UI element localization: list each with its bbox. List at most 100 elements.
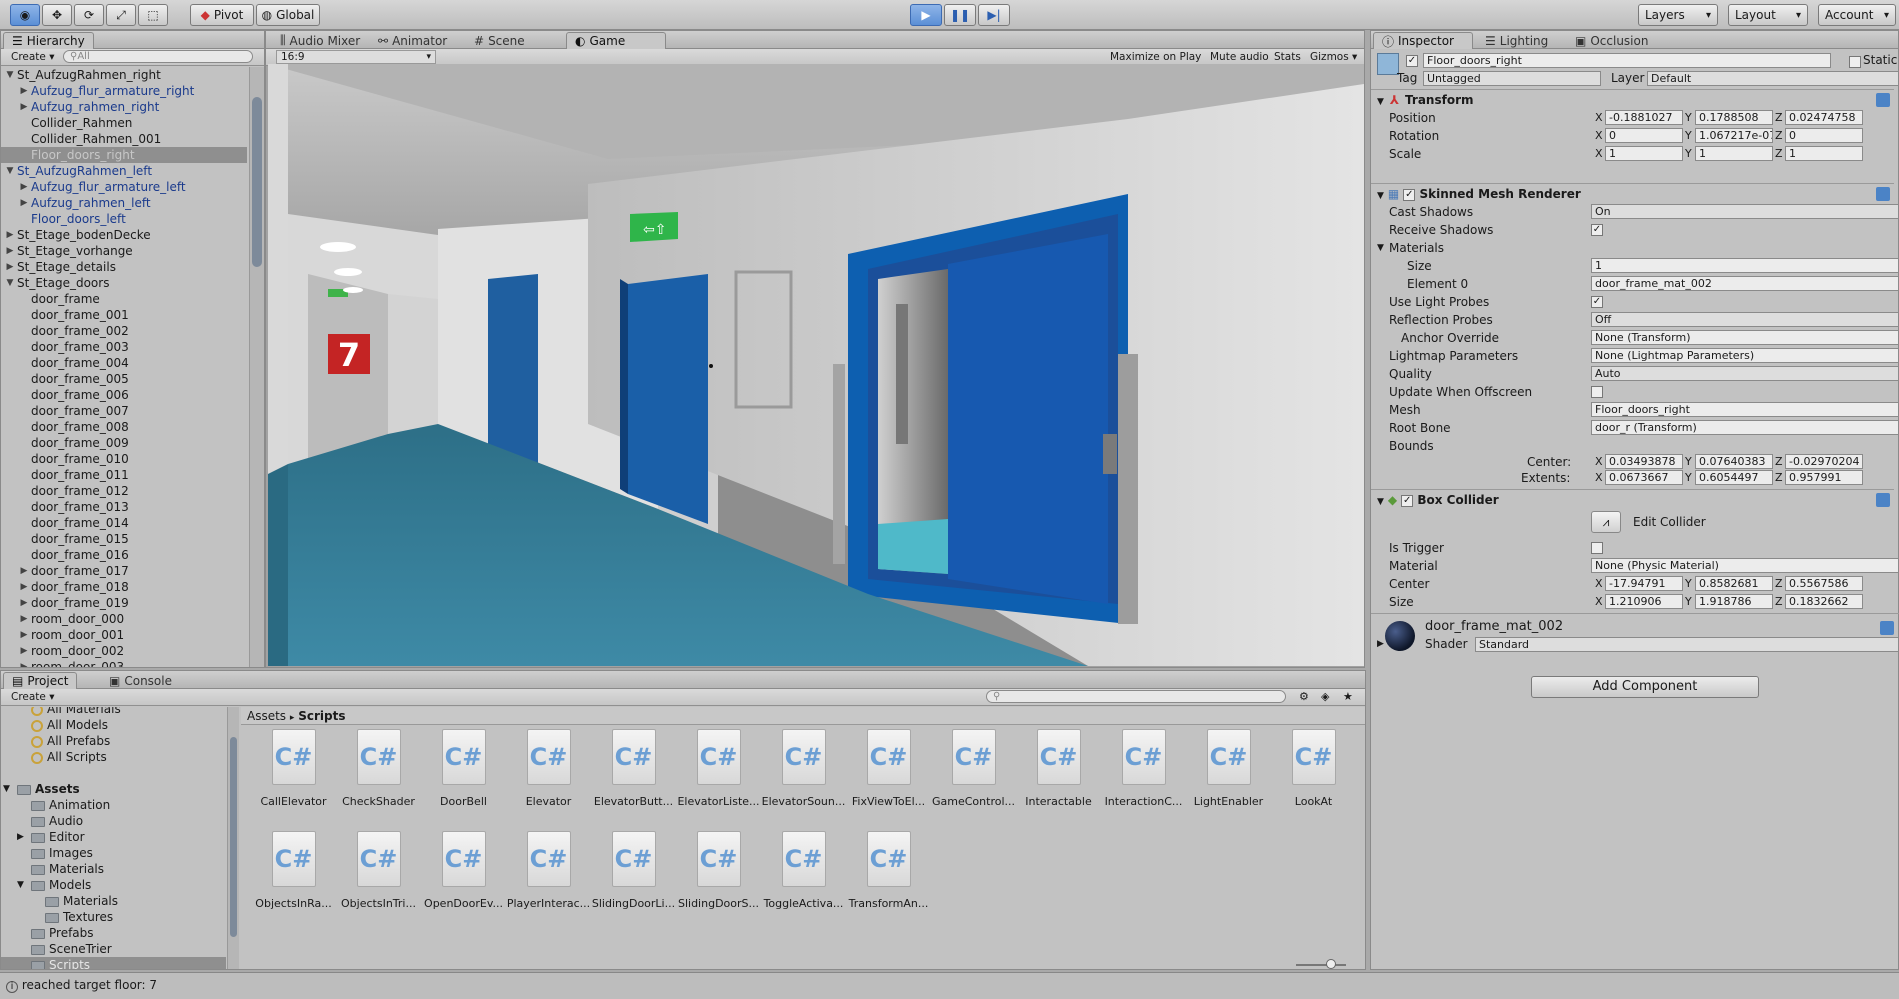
mesh-field[interactable]: Floor_doors_right (1591, 402, 1899, 417)
shader-dropdown[interactable]: Standard (1475, 637, 1899, 652)
anchor-override-field[interactable]: None (Transform) (1591, 330, 1899, 345)
script-asset[interactable]: C# FixViewToEl... (846, 729, 931, 829)
hierarchy-row[interactable]: ▶ door_frame_017 (1, 563, 247, 579)
vector-z-field[interactable]: -0.02970204 (1785, 454, 1863, 469)
hierarchy-row[interactable]: ▶ room_door_003 (1, 659, 247, 667)
collapsed-arrow-icon[interactable]: ▶ (19, 563, 29, 579)
tag-dropdown[interactable]: Untagged (1423, 71, 1601, 86)
collapsed-arrow-icon[interactable]: ▶ (5, 259, 15, 275)
hierarchy-row[interactable]: ▶ St_Etage_vorhange (1, 243, 247, 259)
use-light-probes-checkbox[interactable]: ✓ (1591, 296, 1603, 308)
help-icon[interactable] (1876, 93, 1890, 107)
receive-shadows-checkbox[interactable]: ✓ (1591, 224, 1603, 236)
vector-y-field[interactable]: 1 (1695, 146, 1773, 161)
vector-z-field[interactable]: 0.02474758 (1785, 110, 1863, 125)
hierarchy-row[interactable]: ▶ Aufzug_flur_armature_right (1, 83, 247, 99)
project-search-input[interactable]: ⚲ (986, 690, 1286, 703)
zoom-slider-thumb[interactable] (1326, 959, 1336, 969)
project-tree-item[interactable]: Audio (1, 813, 226, 829)
transform-header[interactable]: ▼ ⅄ Transform (1371, 89, 1894, 109)
vector-x-field[interactable]: 0 (1605, 128, 1683, 143)
script-asset[interactable]: C# DoorBell (421, 729, 506, 829)
script-asset[interactable]: C# CheckShader (336, 729, 421, 829)
hierarchy-row[interactable]: door_frame_009 (1, 435, 247, 451)
hierarchy-row[interactable]: door_frame_014 (1, 515, 247, 531)
expanded-arrow-icon[interactable]: ▼ (3, 781, 10, 797)
pause-button[interactable]: ❚❚ (944, 4, 976, 26)
vector-x-field[interactable]: -17.94791 (1605, 576, 1683, 591)
script-asset[interactable]: C# ElevatorListe... (676, 729, 761, 829)
view-tool-button[interactable]: ◉ (10, 4, 40, 26)
tab-inspector[interactable]: ⓘ Inspector (1373, 32, 1473, 49)
lightmap-parameters-field[interactable]: None (Lightmap Parameters) (1591, 348, 1899, 363)
tab-console[interactable]: ▣ Console (101, 672, 180, 689)
box-collider-header[interactable]: ▼ ◆ ✓ Box Collider (1371, 489, 1894, 509)
mute-audio-toggle[interactable]: Mute audio (1206, 50, 1273, 64)
global-toggle[interactable]: ◍ Global (256, 4, 320, 26)
breadcrumb-scripts[interactable]: Scripts (298, 709, 345, 723)
script-asset[interactable]: C# Interactable (1016, 729, 1101, 829)
collapsed-arrow-icon[interactable]: ▶ (5, 243, 15, 259)
vector-y-field[interactable]: 0.07640383 (1695, 454, 1773, 469)
project-tree-item[interactable]: All Prefabs (1, 733, 226, 749)
script-asset[interactable]: C# OpenDoorEv... (421, 831, 506, 931)
hierarchy-row[interactable]: door_frame_016 (1, 547, 247, 563)
hierarchy-row[interactable]: door_frame_008 (1, 419, 247, 435)
hierarchy-row[interactable]: ▼ St_Etage_doors (1, 275, 247, 291)
filter-label-icon[interactable]: ◈ (1321, 690, 1329, 703)
hierarchy-row[interactable]: ▶ door_frame_019 (1, 595, 247, 611)
project-tree-item[interactable]: All Models (1, 717, 226, 733)
project-tree-item[interactable]: Animation (1, 797, 226, 813)
hierarchy-row[interactable]: door_frame_001 (1, 307, 247, 323)
collapsed-arrow-icon[interactable]: ▶ (19, 195, 29, 211)
script-asset[interactable]: C# SlidingDoorS... (676, 831, 761, 931)
hierarchy-row[interactable]: door_frame_010 (1, 451, 247, 467)
vector-x-field[interactable]: 1 (1605, 146, 1683, 161)
project-tree-item[interactable]: Materials (1, 893, 226, 909)
cast-shadows-dropdown[interactable]: On (1591, 204, 1899, 219)
script-asset[interactable]: C# LookAt (1271, 729, 1356, 829)
project-tree-scroll-thumb[interactable] (230, 737, 237, 937)
vector-x-field[interactable]: 0.0673667 (1605, 470, 1683, 485)
box-collider-enabled-checkbox[interactable]: ✓ (1401, 494, 1414, 507)
project-create-button[interactable]: Create ▾ (7, 690, 59, 704)
hierarchy-row[interactable]: ▶ door_frame_018 (1, 579, 247, 595)
hierarchy-row[interactable]: door_frame_005 (1, 371, 247, 387)
project-tree-item[interactable]: SceneTrier (1, 941, 226, 957)
reflection-probes-dropdown[interactable]: Off (1591, 312, 1899, 327)
help-icon[interactable] (1876, 187, 1890, 201)
hierarchy-row[interactable]: ▶ St_Etage_bodenDecke (1, 227, 247, 243)
project-tree-item[interactable]: ▼ Assets (1, 781, 226, 797)
hierarchy-row[interactable]: door_frame_002 (1, 323, 247, 339)
rotate-tool-button[interactable]: ⟳ (74, 4, 104, 26)
tab-hierarchy[interactable]: ☰ Hierarchy (3, 32, 94, 49)
hierarchy-row[interactable]: ▶ room_door_001 (1, 627, 247, 643)
rect-tool-button[interactable]: ⬚ (138, 4, 168, 26)
favorite-star-icon[interactable]: ★ (1343, 690, 1353, 703)
collapsed-arrow-icon[interactable]: ▶ (17, 829, 24, 845)
project-tree-item[interactable]: Prefabs (1, 925, 226, 941)
hierarchy-row[interactable]: Collider_Rahmen_001 (1, 131, 247, 147)
hierarchy-row[interactable]: door_frame_013 (1, 499, 247, 515)
script-asset[interactable]: C# GameControl... (931, 729, 1016, 829)
vector-z-field[interactable]: 0.5567586 (1785, 576, 1863, 591)
pivot-toggle[interactable]: ◆ Pivot (190, 4, 254, 26)
script-asset[interactable]: C# CallElevator (251, 729, 336, 829)
hierarchy-row[interactable]: door_frame_012 (1, 483, 247, 499)
update-offscreen-checkbox[interactable] (1591, 386, 1603, 398)
status-bar[interactable]: i reached target floor: 7 (0, 972, 1899, 999)
vector-z-field[interactable]: 1 (1785, 146, 1863, 161)
project-tree-item[interactable]: All Scripts (1, 749, 226, 765)
project-tree-item[interactable]: Textures (1, 909, 226, 925)
is-trigger-checkbox[interactable] (1591, 542, 1603, 554)
expanded-arrow-icon[interactable]: ▼ (17, 877, 24, 893)
object-name-field[interactable]: Floor_doors_right (1423, 53, 1831, 68)
help-icon[interactable] (1876, 493, 1890, 507)
filter-type-icon[interactable]: ⚙ (1299, 690, 1309, 703)
account-dropdown[interactable]: Account (1818, 4, 1896, 26)
script-asset[interactable]: C# PlayerInterac... (506, 831, 591, 931)
vector-y-field[interactable]: 1.067217e-07 (1695, 128, 1773, 143)
collapsed-arrow-icon[interactable]: ▶ (19, 83, 29, 99)
game-viewport[interactable]: 7 ⇦⇧ (268, 64, 1364, 666)
collapsed-arrow-icon[interactable]: ▶ (19, 595, 29, 611)
